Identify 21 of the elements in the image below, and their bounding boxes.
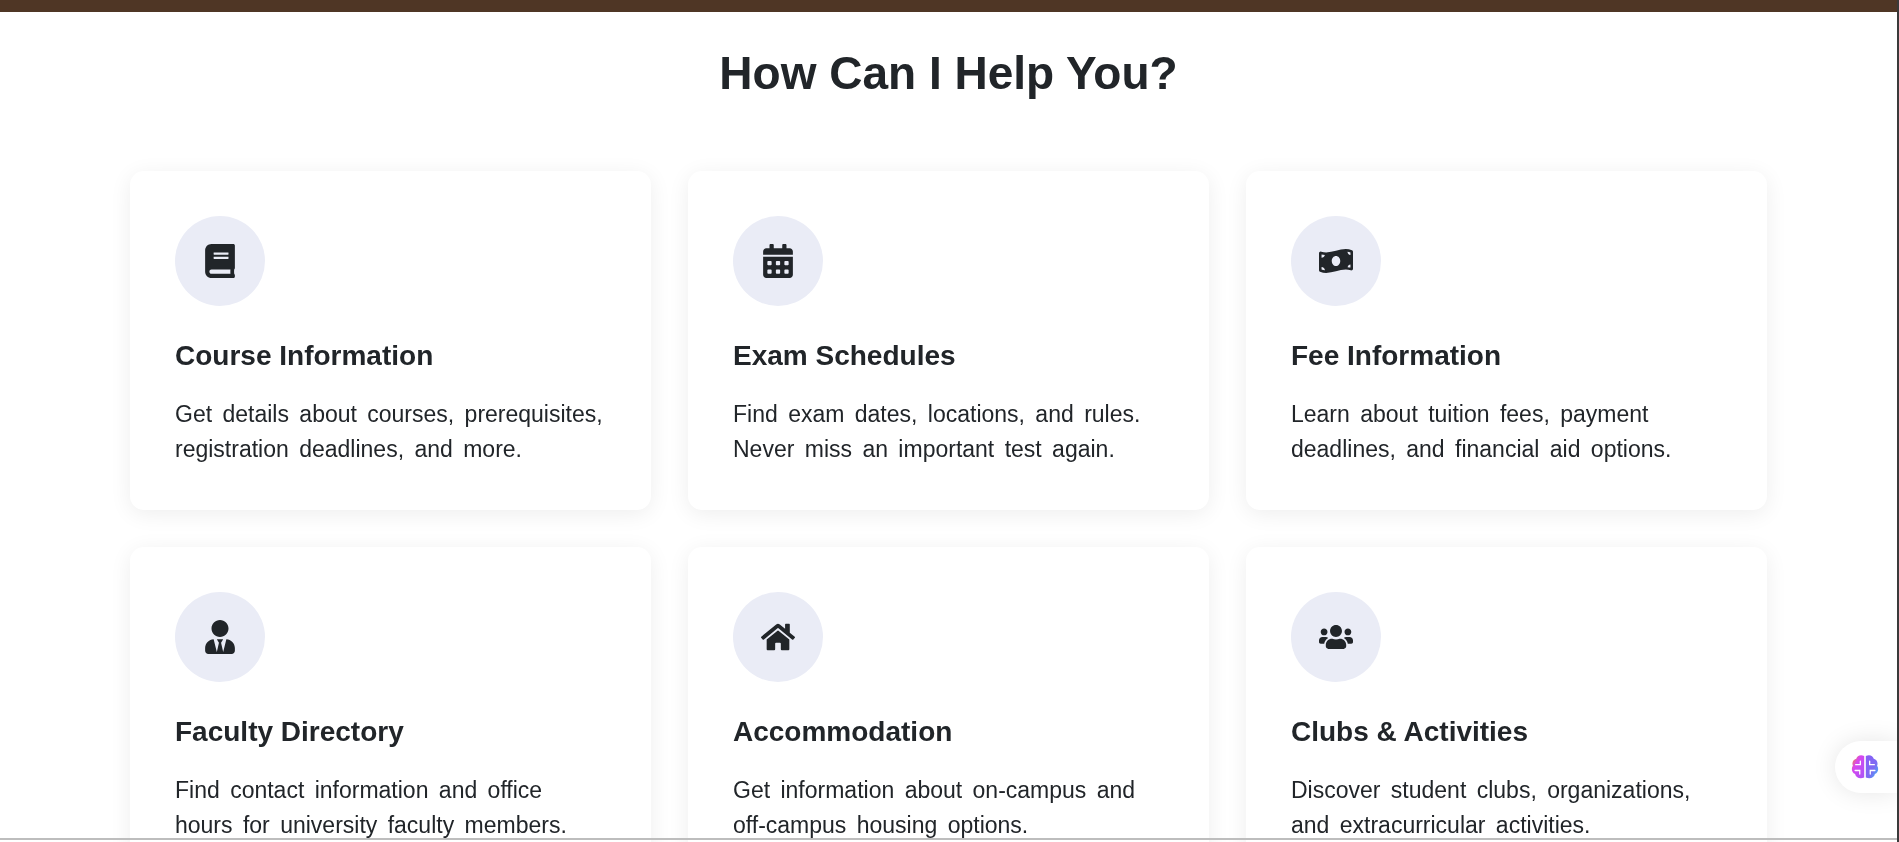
card-description: Get information about on-campus and off-campus housing options. <box>733 776 1137 840</box>
card-description: Get details about courses, prerequisites, registration deadlines, and more. <box>175 400 604 464</box>
card-description: Learn about tuition fees, payment deadlines, and financial aid options. <box>1291 400 1673 464</box>
service-card[interactable]: Exam Schedules Find exam dates, locations, and rules. Never miss an important test again. <box>688 171 1209 510</box>
card-description: Discover student clubs, organizations, and extracurricular activities. <box>1291 776 1692 840</box>
service-card[interactable]: Course Information Get details about courses, prerequisites, registration deadlines, and more. <box>130 171 651 510</box>
card-title: Clubs & Activities <box>1291 715 1529 749</box>
card-title: Exam Schedules <box>733 339 957 373</box>
service-card[interactable]: Faculty Directory Find contact information and office hours for university faculty members. <box>130 547 651 842</box>
service-card[interactable]: Fee Information Learn about tuition fees, payment deadlines, and financial aid options. <box>1246 171 1767 510</box>
brain-button[interactable] <box>1835 741 1897 793</box>
brain-icon <box>1851 754 1879 780</box>
card-title: Course Information <box>175 339 435 373</box>
card-title: Faculty Directory <box>175 715 405 749</box>
card-title: Fee Information <box>1291 339 1502 373</box>
page-heading: How Can I Help You? <box>718 46 1179 101</box>
card-title: Accommodation <box>733 715 954 749</box>
service-card[interactable]: Clubs & Activities Discover student clubs, organizations, and extracurricular activities. <box>1246 547 1767 842</box>
service-card[interactable]: Accommodation Get information about on-campus and off-campus housing options. <box>688 547 1209 842</box>
card-description: Find contact information and office hours for university faculty members. <box>175 776 568 840</box>
card-description: Find exam dates, locations, and rules. Never miss an important test again. <box>733 400 1142 464</box>
